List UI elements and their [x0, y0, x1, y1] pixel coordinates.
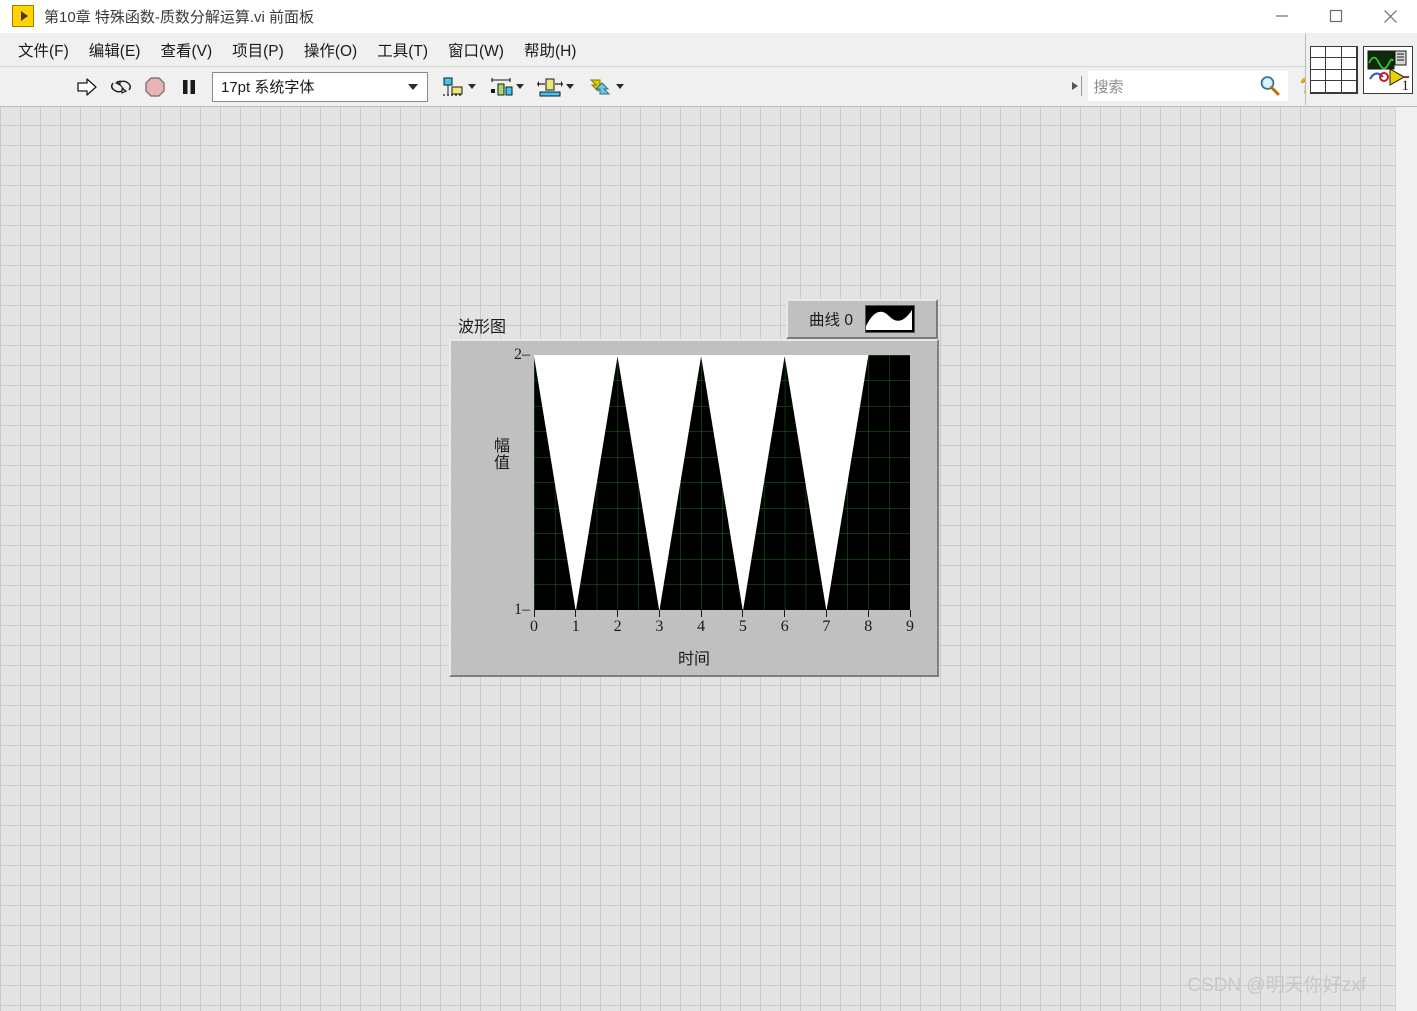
x-tick-5: 5	[739, 610, 747, 636]
menu-item-operate[interactable]: 操作(O)	[294, 35, 367, 65]
menu-item-help[interactable]: 帮助(H)	[514, 35, 587, 65]
toolbar-divider	[1080, 76, 1082, 96]
run-continuously-icon[interactable]	[106, 72, 136, 102]
menu-item-window[interactable]: 窗口(W)	[438, 35, 514, 65]
watermark: CSDN @明天你好zxf	[1187, 975, 1366, 996]
vi-icon-number: 1	[1401, 77, 1410, 94]
search-input[interactable]: 搜索	[1087, 71, 1288, 101]
magnifier-icon[interactable]	[1259, 75, 1280, 101]
x-tick-8: 8	[864, 610, 872, 636]
resize-objects-icon[interactable]	[534, 74, 577, 100]
plot-style-swatch[interactable]	[864, 305, 915, 333]
x-axis-label: 时间	[677, 651, 710, 668]
menu-item-tools[interactable]: 工具(T)	[367, 35, 438, 65]
x-tick-1: 1	[572, 610, 580, 636]
chevron-down-icon	[468, 84, 476, 89]
plot-area[interactable]	[534, 355, 910, 610]
abort-execution-icon[interactable]	[140, 72, 170, 102]
connector-pane-icon[interactable]	[1310, 45, 1358, 94]
search-placeholder: 搜索	[1093, 78, 1124, 96]
menu-item-view[interactable]: 查看(V)	[150, 35, 222, 65]
reorder-objects-icon[interactable]	[584, 74, 627, 100]
chevron-down-icon	[408, 83, 418, 90]
minimize-button[interactable]	[1255, 0, 1309, 32]
labview-vi-icon	[12, 5, 34, 27]
plot-legend[interactable]: 曲线 0	[786, 299, 938, 339]
toolbar: 17pt 系统字体 搜索 1	[0, 34, 1417, 107]
menu-item-project[interactable]: 项目(P)	[222, 35, 294, 65]
x-tick-0: 0	[530, 610, 538, 636]
search-area: 搜索 ?	[1071, 71, 1313, 101]
font-selector-value: 17pt 系统字体	[221, 79, 315, 96]
front-panel-canvas[interactable]: 波形图 曲线 0 幅值 2– 1– 0 1 2 3 4 5 6 7 8 9 时间…	[0, 105, 1396, 1011]
x-tick-9: 9	[906, 610, 914, 636]
window-title: 第10章 特殊函数-质数分解运算.vi 前面板	[44, 8, 315, 26]
connector-pane-area: 1	[1305, 34, 1417, 105]
x-tick-6: 6	[781, 610, 789, 636]
x-tick-4: 4	[697, 610, 705, 636]
menu-item-edit[interactable]: 编辑(E)	[79, 35, 151, 65]
expand-arrow-icon[interactable]	[1071, 82, 1078, 90]
x-axis: 0 1 2 3 4 5 6 7 8 9	[530, 610, 914, 644]
x-tick-2: 2	[614, 610, 622, 636]
distribute-objects-icon[interactable]	[486, 74, 527, 100]
run-arrow-icon[interactable]	[72, 72, 102, 102]
menu-item-file[interactable]: 文件(F)	[8, 35, 79, 65]
vertical-scrollbar[interactable]	[1395, 105, 1417, 1011]
x-tick-3: 3	[655, 610, 663, 636]
align-objects-icon[interactable]	[438, 74, 479, 100]
graph-caption: 波形图	[458, 319, 507, 336]
maximize-button[interactable]	[1309, 0, 1363, 32]
chevron-down-icon	[566, 84, 574, 89]
close-button[interactable]	[1363, 0, 1417, 32]
waveform-graph[interactable]: 幅值 2– 1– 0 1 2 3 4 5 6 7 8 9 时间	[449, 339, 939, 677]
y-tick-2: 2–	[514, 346, 530, 363]
pause-icon[interactable]	[174, 72, 204, 102]
menu-bar: 文件(F) 编辑(E) 查看(V) 项目(P) 操作(O) 工具(T) 窗口(W…	[0, 33, 1417, 67]
x-tick-7: 7	[822, 610, 830, 636]
vi-icon-pane[interactable]: 1	[1363, 45, 1413, 94]
window-controls	[1255, 0, 1417, 32]
title-bar: 第10章 特殊函数-质数分解运算.vi 前面板	[0, 0, 1417, 33]
plot-legend-name: 曲线 0	[809, 312, 853, 329]
y-axis-label: 幅值	[491, 437, 508, 471]
font-selector[interactable]: 17pt 系统字体	[212, 71, 428, 102]
chevron-down-icon	[616, 84, 624, 89]
chevron-down-icon	[516, 84, 524, 89]
